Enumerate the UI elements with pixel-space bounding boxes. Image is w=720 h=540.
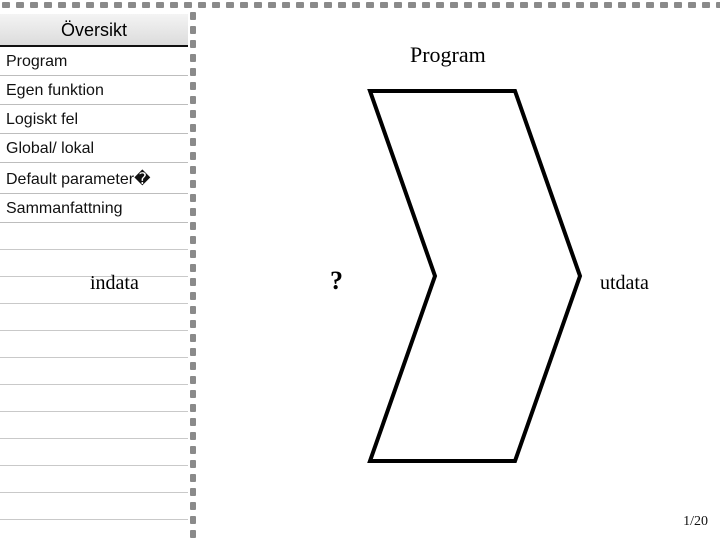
- sidebar-empty-lines: [0, 223, 188, 520]
- sidebar-item-global-lokal[interactable]: Global/ lokal: [0, 134, 188, 163]
- sidebar-item-egen-funktion[interactable]: Egen funktion: [0, 76, 188, 105]
- question-mark: ?: [330, 266, 343, 296]
- sidebar-item-default-parameter[interactable]: Default parameter�: [0, 163, 188, 194]
- page-title: Program: [410, 42, 486, 68]
- output-label: utdata: [600, 272, 649, 295]
- page-number: 1/20: [683, 514, 708, 530]
- decorative-top-dots: [0, 2, 720, 10]
- main-content: Program indata ? utdata: [200, 14, 720, 534]
- sidebar: Översikt Program Egen funktion Logiskt f…: [0, 14, 188, 520]
- sidebar-item-logiskt-fel[interactable]: Logiskt fel: [0, 105, 188, 134]
- decorative-side-dots: [190, 12, 198, 538]
- sidebar-heading: Översikt: [0, 14, 188, 47]
- sidebar-item-program[interactable]: Program: [0, 47, 188, 76]
- sidebar-item-sammanfattning[interactable]: Sammanfattning: [0, 194, 188, 223]
- input-label: indata: [90, 272, 139, 295]
- chevron-shape-icon: [365, 86, 585, 466]
